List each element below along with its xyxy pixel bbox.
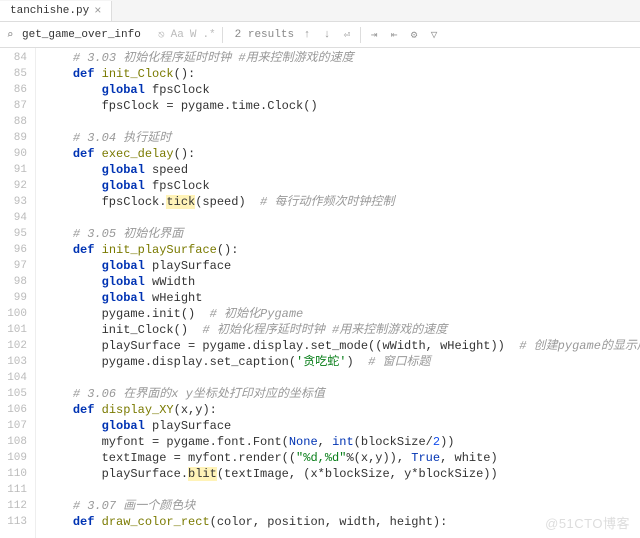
line-number: 84 <box>0 50 27 66</box>
line-number: 87 <box>0 98 27 114</box>
pin-icon[interactable]: ⎋ <box>158 28 165 42</box>
code-line[interactable]: global wWidth <box>44 274 640 290</box>
line-number: 98 <box>0 274 27 290</box>
code-line[interactable]: playSurface = pygame.display.set_mode((w… <box>44 338 640 354</box>
tab-bar: tanchishe.py × <box>0 0 640 22</box>
line-number: 107 <box>0 418 27 434</box>
line-number: 86 <box>0 82 27 98</box>
code-line[interactable]: init_Clock() # 初始化程序延时时钟 #用来控制游戏的速度 <box>44 322 640 338</box>
code-line[interactable]: playSurface.blit(textImage, (x*blockSize… <box>44 466 640 482</box>
code-line[interactable]: global fpsClock <box>44 82 640 98</box>
code-line[interactable] <box>44 210 640 226</box>
code-line[interactable] <box>44 370 640 386</box>
line-number: 112 <box>0 498 27 514</box>
code-line[interactable]: # 3.06 在界面的x y坐标处打印对应的坐标值 <box>44 386 640 402</box>
code-area[interactable]: # 3.03 初始化程序延时时钟 #用来控制游戏的速度 def init_Clo… <box>36 48 640 538</box>
code-line[interactable] <box>44 114 640 130</box>
regex-toggle[interactable]: .* <box>202 29 215 41</box>
code-line[interactable]: global speed <box>44 162 640 178</box>
line-number: 91 <box>0 162 27 178</box>
code-line[interactable]: def init_Clock(): <box>44 66 640 82</box>
match-aa-toggle[interactable]: Aa <box>171 29 184 41</box>
line-number: 99 <box>0 290 27 306</box>
select-all-button[interactable]: ⏎ <box>340 28 354 42</box>
find-bar: ⌕ ⎋ Aa W .* 2 results ↑ ↓ ⏎ ⇥ ⇤ ⚙ ▽ <box>0 22 640 48</box>
code-line[interactable]: pygame.display.set_caption('贪吃蛇') # 窗口标题 <box>44 354 640 370</box>
watermark: @51CTO博客 <box>545 513 630 532</box>
results-count: 2 results <box>235 29 294 41</box>
filter-icon[interactable]: ▽ <box>427 28 441 42</box>
line-number: 110 <box>0 466 27 482</box>
line-number: 103 <box>0 354 27 370</box>
code-line[interactable]: def init_playSurface(): <box>44 242 640 258</box>
code-line[interactable]: fpsClock.tick(speed) # 每行动作频次时钟控制 <box>44 194 640 210</box>
match-word-toggle[interactable]: W <box>190 29 197 41</box>
close-icon[interactable]: × <box>94 4 101 18</box>
file-tab-label: tanchishe.py <box>10 5 89 17</box>
code-line[interactable]: textImage = myfont.render(("%d,%d"%(x,y)… <box>44 450 640 466</box>
code-line[interactable]: fpsClock = pygame.time.Clock() <box>44 98 640 114</box>
prev-match-button[interactable]: ↑ <box>300 29 314 41</box>
line-number: 88 <box>0 114 27 130</box>
line-number: 101 <box>0 322 27 338</box>
toolbar-btn-2[interactable]: ⇤ <box>387 28 401 42</box>
line-number: 104 <box>0 370 27 386</box>
code-line[interactable]: # 3.05 初始化界面 <box>44 226 640 242</box>
search-input[interactable] <box>22 29 152 41</box>
code-line[interactable]: global fpsClock <box>44 178 640 194</box>
line-number: 96 <box>0 242 27 258</box>
line-number: 111 <box>0 482 27 498</box>
code-line[interactable]: def exec_delay(): <box>44 146 640 162</box>
line-number: 102 <box>0 338 27 354</box>
code-line[interactable]: myfont = pygame.font.Font(None, int(bloc… <box>44 434 640 450</box>
line-gutter: 8485868788899091929394959697989910010110… <box>0 48 36 538</box>
line-number: 94 <box>0 210 27 226</box>
search-icon[interactable]: ⌕ <box>4 28 16 42</box>
next-match-button[interactable]: ↓ <box>320 29 334 41</box>
code-line[interactable] <box>44 482 640 498</box>
line-number: 93 <box>0 194 27 210</box>
line-number: 105 <box>0 386 27 402</box>
settings-icon[interactable]: ⚙ <box>407 28 421 42</box>
code-line[interactable]: # 3.03 初始化程序延时时钟 #用来控制游戏的速度 <box>44 50 640 66</box>
line-number: 113 <box>0 514 27 530</box>
line-number: 108 <box>0 434 27 450</box>
line-number: 89 <box>0 130 27 146</box>
line-number: 97 <box>0 258 27 274</box>
code-editor[interactable]: 8485868788899091929394959697989910010110… <box>0 48 640 538</box>
code-line[interactable]: # 3.04 执行延时 <box>44 130 640 146</box>
toolbar-btn-1[interactable]: ⇥ <box>367 28 381 42</box>
file-tab[interactable]: tanchishe.py × <box>0 1 112 21</box>
line-number: 90 <box>0 146 27 162</box>
code-line[interactable]: pygame.init() # 初始化Pygame <box>44 306 640 322</box>
divider <box>360 27 361 43</box>
divider <box>222 27 223 43</box>
line-number: 100 <box>0 306 27 322</box>
code-line[interactable]: global playSurface <box>44 258 640 274</box>
line-number: 109 <box>0 450 27 466</box>
code-line[interactable]: global wHeight <box>44 290 640 306</box>
code-line[interactable]: # 3.07 画一个颜色块 <box>44 498 640 514</box>
code-line[interactable]: def display_XY(x,y): <box>44 402 640 418</box>
line-number: 106 <box>0 402 27 418</box>
code-line[interactable]: global playSurface <box>44 418 640 434</box>
line-number: 95 <box>0 226 27 242</box>
line-number: 85 <box>0 66 27 82</box>
line-number: 92 <box>0 178 27 194</box>
